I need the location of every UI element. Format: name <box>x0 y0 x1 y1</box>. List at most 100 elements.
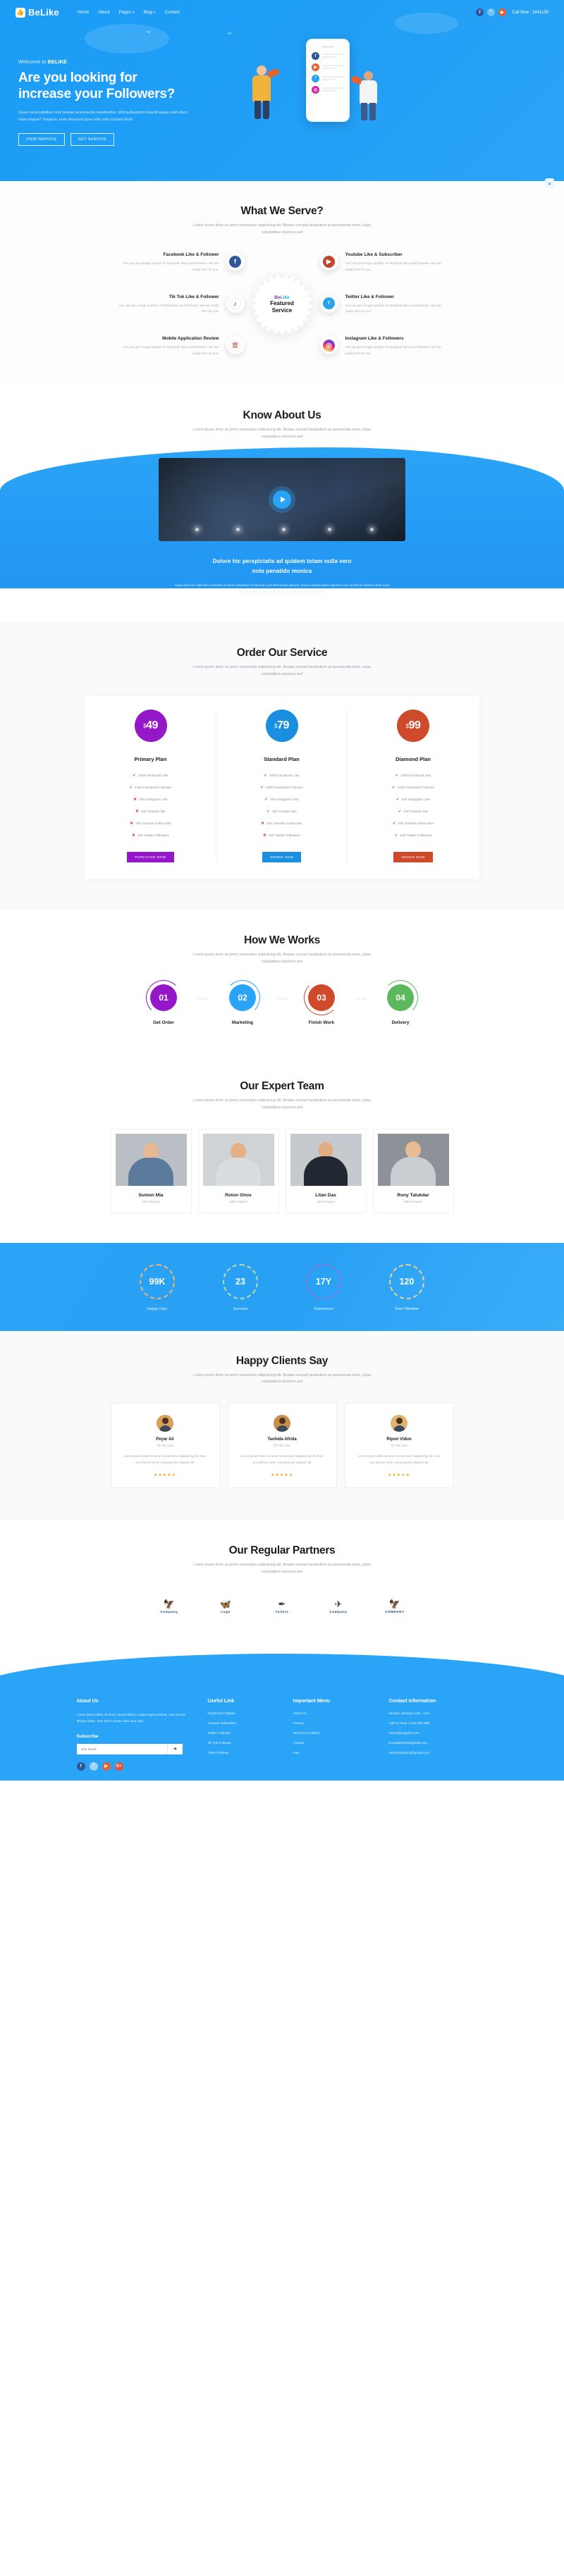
rating-stars: ★★★★★ <box>388 1473 410 1478</box>
footer-link[interactable]: Faq <box>293 1751 371 1754</box>
order-now-button[interactable]: ORDER NOW <box>262 852 302 863</box>
testimonial-role: Tik Tok Actor <box>274 1444 290 1448</box>
site-logo[interactable]: 👍 BeLike <box>16 7 59 18</box>
serve-card-text: You can get a huge number of TikTok like… <box>118 303 219 314</box>
get-service-button[interactable]: GET SERVICE <box>70 133 115 147</box>
facebook-icon[interactable]: f <box>76 1761 85 1771</box>
plan-feature: ✔ 1000 Facebook Follower <box>391 786 435 791</box>
price-bubble: $99 <box>397 710 429 743</box>
nav-item-home[interactable]: Home <box>78 10 90 15</box>
serve-card[interactable]: ᵀ Twitter Like & Follower You can get a … <box>319 294 446 316</box>
email-field[interactable] <box>76 1747 167 1751</box>
footer-link[interactable]: Privacy <box>293 1721 371 1725</box>
purchase-now-button[interactable]: PURCHASE NOW <box>127 852 174 863</box>
partner-name: Company <box>160 1609 178 1614</box>
facebook-icon: f <box>229 255 241 268</box>
serve-card-text: You can get a huge number of Facebook li… <box>345 303 441 314</box>
about-spacer <box>0 595 564 623</box>
person-leg <box>255 101 261 119</box>
pricing-plans: $49 Primary Plan ✔ 1000 Facebook Like ✔ 10… <box>85 695 479 880</box>
arrow-right-icon: ⟿ <box>276 994 288 1003</box>
team-card[interactable]: Litan Das SEO Expert <box>285 1128 367 1213</box>
phone-lines <box>322 64 344 70</box>
footer-contact-item[interactable]: Democompany@gmail.com <box>389 1751 488 1754</box>
serve-right-column: ▶ Youtube Like & Subscriber You can get … <box>316 252 446 357</box>
serve-card[interactable]: ♪ Tik Tok Like & Follower You can get a … <box>118 294 245 316</box>
partner-logo[interactable]: 🦅 Company <box>146 1594 192 1618</box>
footer-link[interactable]: Contact <box>293 1741 371 1745</box>
mobile-icon: ☰ <box>229 339 241 352</box>
step-ring <box>146 979 181 1015</box>
serve-title: What We Serve? <box>240 205 324 218</box>
facebook-icon[interactable]: f <box>476 8 484 16</box>
counter-label: Happy User <box>147 1306 168 1311</box>
nav-item-contact[interactable]: Contact <box>165 10 180 15</box>
team-card[interactable]: Sumon Mia SEO Expert <box>110 1128 192 1213</box>
nav-item-blog[interactable]: Blog ▾ <box>144 10 156 15</box>
plan-feature: ✔ 100 Instagram Like <box>396 798 431 803</box>
partner-logo[interactable]: 🦋 Logo <box>202 1594 249 1618</box>
testimonial-text: Lorem ipsum dolor sit amet consectetur a… <box>357 1454 441 1465</box>
footer-link[interactable]: About Us <box>293 1711 371 1715</box>
view-service-button[interactable]: VIEW SERVICE <box>18 133 65 147</box>
footer-link[interactable]: Likee Follower <box>208 1751 275 1754</box>
youtube-icon[interactable]: ▶ <box>498 8 507 16</box>
megaphone-icon <box>350 75 363 85</box>
footer-link[interactable]: Tik Tok Follower <box>208 1741 275 1745</box>
counter-value: 23 <box>223 1263 258 1299</box>
footer-menu-title: Important Menu <box>293 1698 331 1704</box>
about-video[interactable] <box>159 458 405 542</box>
partner-logo[interactable]: ✈ Company <box>315 1594 362 1618</box>
play-icon[interactable] <box>273 490 291 509</box>
twitter-icon[interactable]: ᵀ <box>487 8 496 16</box>
footer-contact-item: Call Us Now 1-234-567-890 <box>388 1721 430 1725</box>
youtube-icon[interactable]: ▶ <box>102 1761 111 1771</box>
footer-link[interactable]: Terms & Condition <box>293 1731 371 1735</box>
work-step: 01 Get Order ⟿ <box>135 979 209 1025</box>
counter-value: 99K <box>140 1263 175 1299</box>
partner-logo[interactable]: 🦅 COMPANY <box>372 1594 418 1618</box>
twitter-icon[interactable]: ᵀ <box>89 1761 98 1771</box>
collapse-toggle-button[interactable]: ▴ <box>545 178 554 188</box>
footer-link[interactable]: Twitter Follower <box>208 1731 275 1735</box>
team-role: SEO Expert <box>404 1200 422 1204</box>
hero-title-line2: increase your Followers? <box>18 87 175 102</box>
nav-links: Home About Pages ▾ Blog ▾ Contact <box>78 10 180 15</box>
testimonial-name: Taohida Afrida <box>267 1437 297 1442</box>
serve-card-body: Youtube Like & Subscriber You can get a … <box>345 252 446 273</box>
check-icon: ✔ <box>394 834 398 838</box>
nav-item-about[interactable]: About <box>98 10 109 15</box>
google-plus-icon[interactable]: G+ <box>114 1761 123 1771</box>
testimonial-grid: Peyar Ali Tik Tok Actor Lorem ipsum dolo… <box>0 1403 564 1488</box>
partner-logo[interactable]: ✒ Tailors <box>259 1594 305 1618</box>
footer-contact-item[interactable]: Exmaple4500@gmail.com <box>389 1741 488 1745</box>
serve-card-text: You can get a huge number of Facebook li… <box>123 261 219 271</box>
avatar <box>405 1141 421 1158</box>
serve-card-title: Facebook Like & Follower <box>163 252 219 258</box>
about-quote-line1: Dolore hic perspiciatis ad quidem totam … <box>212 558 352 565</box>
serve-left-column: f Facebook Like & Follower You can get a… <box>118 252 249 357</box>
person-body <box>360 80 377 104</box>
work-step: 02 Marketing ⟿ <box>214 979 288 1025</box>
serve-card[interactable]: ◎ Instagram Like & Followers You can get… <box>319 336 446 357</box>
footer-contact-item[interactable]: Demo@support.com <box>389 1731 488 1735</box>
arrow-right-icon[interactable]: ➜ <box>166 1743 183 1754</box>
footer-important-menu: Important Menu About Us Privacy Terms & … <box>293 1699 371 1771</box>
team-card[interactable]: Rony Talukdar SEO Expert <box>372 1128 454 1213</box>
about-subtitle: Lorem ipsum dolor sit amet consectetur a… <box>193 427 371 439</box>
plan-feature: ✔ 1000 Facebook Follower <box>260 786 303 791</box>
nav-item-pages[interactable]: Pages ▾ <box>119 10 135 15</box>
order-now-button[interactable]: ORDER NOW <box>393 852 433 863</box>
team-card[interactable]: Roton Ghos SEO Expert <box>197 1128 279 1213</box>
phone-speaker <box>321 46 334 48</box>
footer-link[interactable]: Facebook Follower <box>208 1711 275 1715</box>
footer-link[interactable]: Youtube Subscriber <box>208 1721 275 1725</box>
serve-card[interactable]: ☰ Mobile Application Review You can get … <box>118 336 245 357</box>
step-label: Finish Work <box>308 1020 335 1025</box>
serve-card-text: You can get a huge number of Facebook li… <box>345 345 441 355</box>
serve-card[interactable]: f Facebook Like & Follower You can get a… <box>118 252 245 273</box>
plan-name: Primary Plan <box>134 756 167 763</box>
person-leg <box>369 103 376 120</box>
serve-subtitle: Lorem ipsum dolor sit amet consectetur a… <box>193 223 371 235</box>
serve-card[interactable]: ▶ Youtube Like & Subscriber You can get … <box>319 252 446 273</box>
